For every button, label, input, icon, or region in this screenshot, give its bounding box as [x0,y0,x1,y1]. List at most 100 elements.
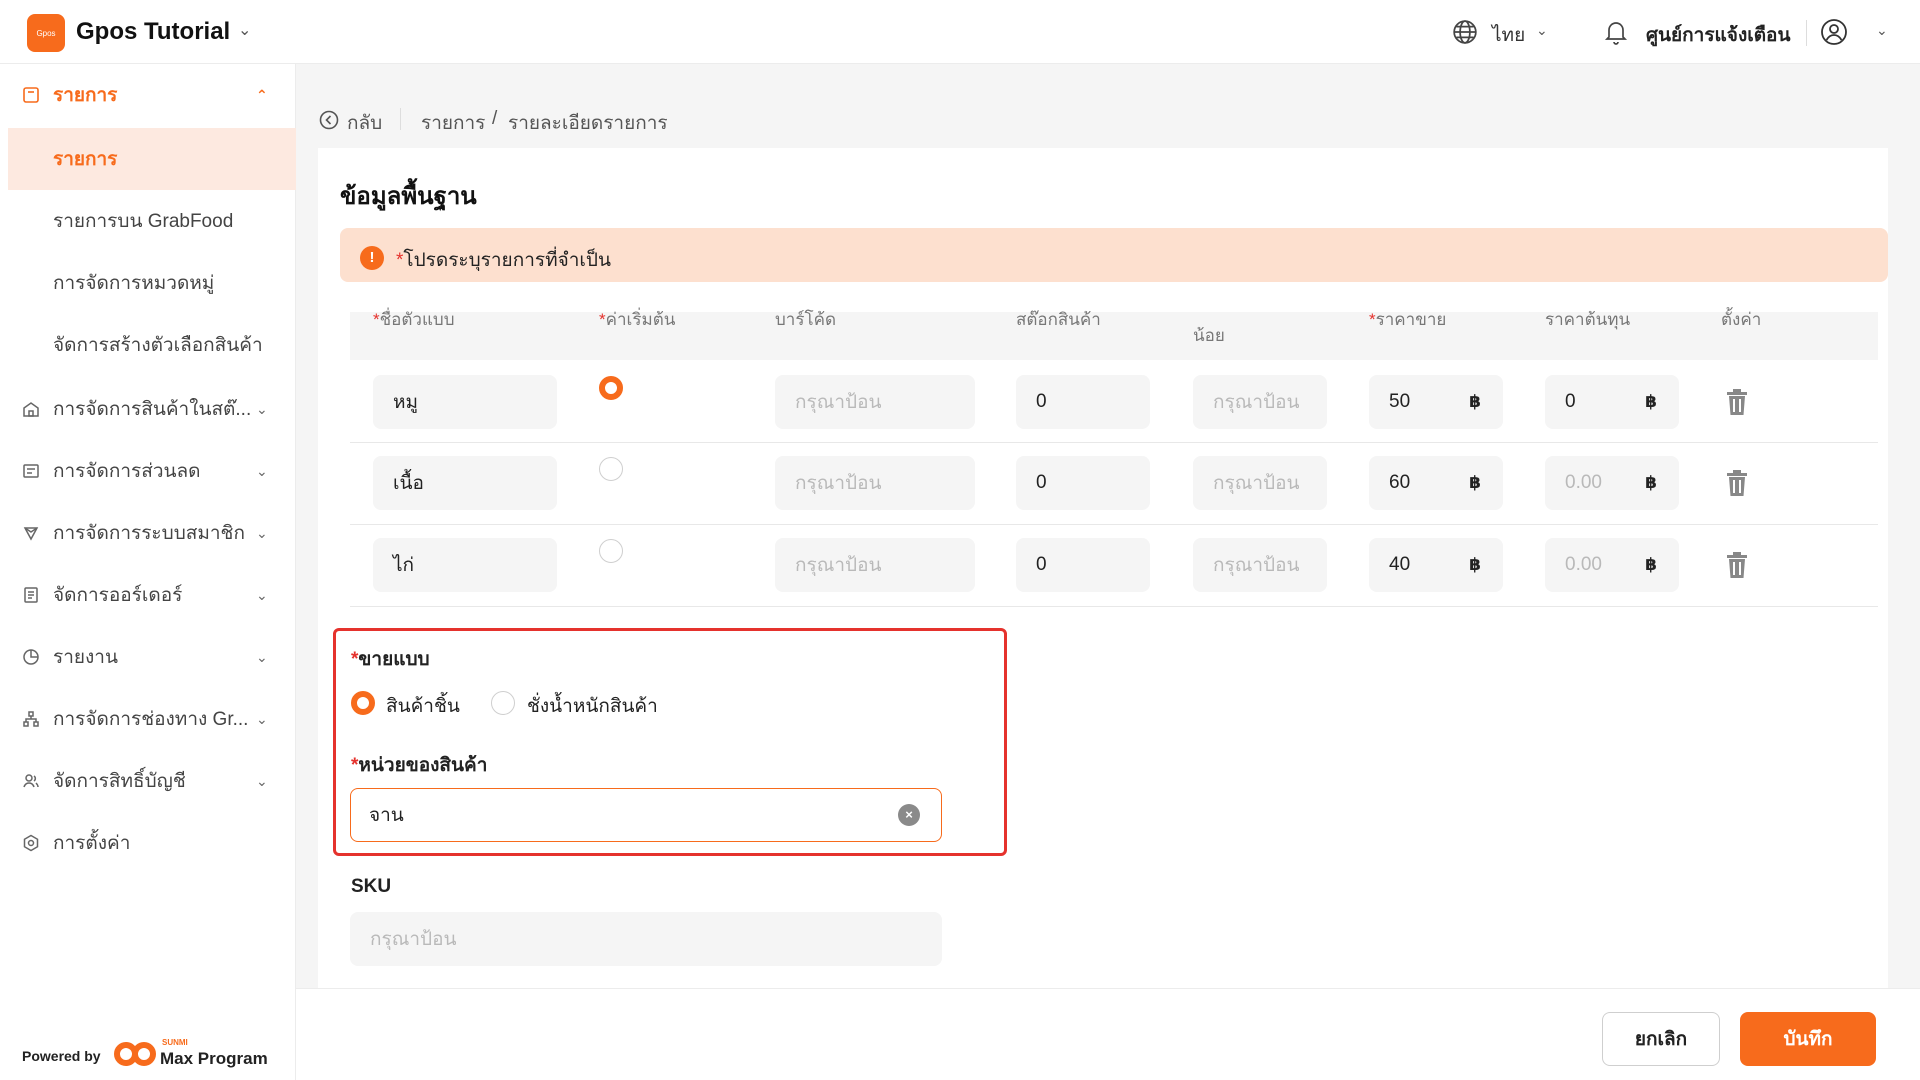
header-stock: สต๊อกสินค้า [1016,310,1101,329]
header-setting: ตั้งค่า [1721,310,1762,329]
top-bar [0,0,1920,64]
stock-input[interactable]: 0 [1016,456,1150,510]
unit-label: *หน่วยของสินค้า [351,755,488,776]
header-low: น้อย [1193,326,1225,345]
user-avatar-icon[interactable] [1820,18,1848,46]
low-stock-input[interactable]: กรุณาป้อน [1193,538,1327,592]
sidebar-item-label: การจัดการส่วนลด [53,461,201,482]
info-icon: ! [360,246,384,270]
chevron-down-icon: ⌄ [256,400,268,417]
row-divider [350,524,1878,525]
baht-icon: ฿ [1469,473,1481,492]
chevron-down-icon: ⌄ [256,648,268,665]
sidebar-item-items[interactable]: รายการ ⌃ [0,64,296,126]
sidebar-subitem-label: การจัดการหมวดหมู่ [53,273,215,294]
sidebar-item-channels[interactable]: การจัดการช่องทาง Gr... ⌄ [0,688,296,750]
sidebar-item-account-rights[interactable]: จัดการสิทธิ์บัญชี ⌄ [0,750,296,812]
header-divider [1806,20,1807,46]
trash-icon[interactable] [1725,469,1749,497]
chevron-up-icon: ⌃ [256,86,268,103]
sidebar-item-discount[interactable]: การจัดการส่วนลด ⌄ [0,440,296,502]
bell-icon[interactable] [1604,18,1628,46]
cost-input[interactable]: 0.00 ฿ [1545,538,1679,592]
breadcrumb-current: รายละเอียดรายการ [508,113,668,134]
price-input[interactable]: 60 ฿ [1369,456,1503,510]
sidebar-item-label: การจัดการสินค้าในสต๊... [53,399,252,420]
section-title: ข้อมูลพื้นฐาน [340,183,477,210]
header-overlap-strip [340,282,1888,306]
chevron-down-icon[interactable]: ⌄ [238,20,251,40]
sell-type-radio-weight[interactable] [491,691,515,715]
cost-input[interactable]: 0.00 ฿ [1545,456,1679,510]
default-radio[interactable] [599,539,623,563]
baht-icon: ฿ [1645,473,1657,492]
clear-icon[interactable]: × [898,804,920,826]
stock-input[interactable]: 0 [1016,375,1150,429]
chevron-down-icon[interactable]: ⌄ [1536,22,1548,39]
sidebar-item-label: รายการ [53,85,118,106]
sidebar-item-label: การจัดการช่องทาง Gr... [53,709,249,730]
price-input[interactable]: 50 ฿ [1369,375,1503,429]
sidebar-subitem-grabfood[interactable]: รายการบน GrabFood [8,190,296,252]
barcode-input[interactable]: กรุณาป้อน [775,538,975,592]
brand-name-text: Max Program [160,1049,268,1068]
trash-icon[interactable] [1725,551,1749,579]
back-link[interactable]: กลับ [347,108,382,138]
sku-label: SKU [351,876,392,897]
low-stock-input[interactable]: กรุณาป้อน [1193,456,1327,510]
max-program-logo-icon [114,1042,156,1066]
sidebar-subitem-items[interactable]: รายการ [8,128,296,190]
breadcrumb-list-link[interactable]: รายการ [421,108,485,138]
barcode-input[interactable]: กรุณาป้อน [775,456,975,510]
header-price: *ราคาขาย [1369,310,1447,329]
sidebar-item-settings[interactable]: การตั้งค่า [0,812,296,874]
alert-text: *โปรดระบุรายการที่จำเป็น [396,245,611,275]
sidebar-subitem-label: รายการบน GrabFood [53,211,234,232]
app-logo: Gpos [27,14,65,52]
variant-name-input[interactable]: ไก่ [373,538,557,592]
price-input[interactable]: 40 ฿ [1369,538,1503,592]
chevron-down-icon: ⌄ [256,710,268,727]
sku-input[interactable]: กรุณาป้อน [350,912,942,966]
back-arrow-icon[interactable] [319,110,339,130]
sell-type-radio-piece[interactable] [351,691,375,715]
stock-input[interactable]: 0 [1016,538,1150,592]
save-button[interactable]: บันทึก [1740,1012,1876,1066]
baht-icon: ฿ [1645,555,1657,574]
chevron-down-icon[interactable]: ⌄ [1876,22,1888,39]
language-selector[interactable]: ไทย [1492,20,1525,50]
unit-input[interactable]: จาน [350,788,942,842]
default-radio[interactable] [599,457,623,481]
notification-center-link[interactable]: ศูนย์การแจ้งเตือน [1646,20,1790,50]
sidebar-item-members[interactable]: การจัดการระบบสมาชิก ⌄ [0,502,296,564]
barcode-input[interactable]: กรุณาป้อน [775,375,975,429]
variant-name-input[interactable]: หมู [373,375,557,429]
discount-icon [23,464,39,478]
channel-icon [23,711,39,727]
sidebar-item-reports[interactable]: รายงาน ⌄ [0,626,296,688]
baht-icon: ฿ [1645,392,1657,411]
globe-icon[interactable] [1452,19,1478,45]
trash-icon[interactable] [1725,388,1749,416]
cancel-button[interactable]: ยกเลิก [1602,1012,1720,1066]
chevron-down-icon: ⌄ [256,772,268,789]
store-icon [23,402,39,417]
chevron-down-icon: ⌄ [256,462,268,479]
sidebar-subitem-variants[interactable]: จัดการสร้างตัวเลือกสินค้า [8,314,296,376]
sell-type-option-weight[interactable]: ชั่งน้ำหนักสินค้า [527,691,658,721]
sidebar-item-label: รายงาน [53,647,118,668]
sell-type-option-piece[interactable]: สินค้าชิ้น [386,691,460,721]
sidebar-item-orders[interactable]: จัดการออร์เดอร์ ⌄ [0,564,296,626]
app-title[interactable]: Gpos Tutorial [76,18,230,46]
header-cost: ราคาต้นทุน [1545,310,1631,329]
sidebar-item-label: จัดการสิทธิ์บัญชี [53,771,186,792]
cost-input[interactable]: 0 ฿ [1545,375,1679,429]
logo-text: Gpos [36,28,56,38]
default-radio-selected[interactable] [599,376,623,400]
low-stock-input[interactable]: กรุณาป้อน [1193,375,1327,429]
powered-by-text: Powered by [22,1048,101,1064]
sidebar-item-stock[interactable]: การจัดการสินค้าในสต๊... ⌄ [0,378,296,440]
header-default: *ค่าเริ่มต้น [599,310,676,329]
variant-name-input[interactable]: เนื้อ [373,456,557,510]
sidebar-subitem-categories[interactable]: การจัดการหมวดหมู่ [8,252,296,314]
